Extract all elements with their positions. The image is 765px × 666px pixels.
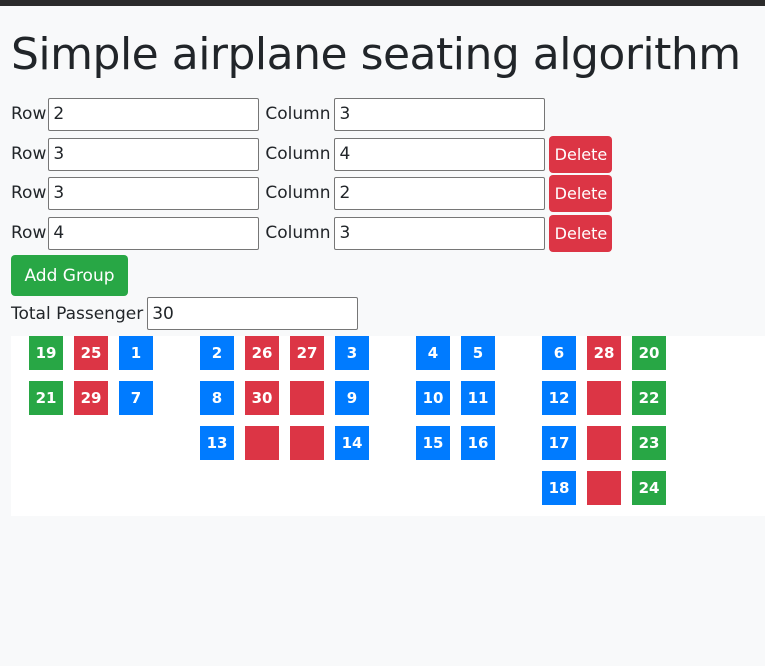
column-label: Column (265, 183, 331, 203)
seat: 1 (119, 336, 153, 370)
seat (245, 426, 279, 460)
row-label: Row (11, 144, 47, 164)
row-label: Row (11, 183, 47, 203)
seat: 8 (200, 381, 234, 415)
seat: 23 (632, 426, 666, 460)
seat: 5 (461, 336, 495, 370)
seat: 6 (542, 336, 576, 370)
total-passenger-label: Total Passenger (11, 303, 144, 324)
seat: 4 (416, 336, 450, 370)
row-input[interactable] (48, 97, 260, 131)
group-row: Row Column (11, 97, 546, 131)
seat-map: 19 25 1 21 29 7 2 26 27 3 8 30 9 13 14 4 5 10 11 15 16 6 28 20 1… (11, 336, 765, 516)
row-input[interactable] (48, 216, 260, 250)
group-row: Row Column Delete (11, 214, 613, 252)
column-label: Column (265, 223, 331, 243)
seat: 28 (587, 336, 621, 370)
seat: 17 (542, 426, 576, 460)
column-input[interactable] (334, 176, 546, 210)
seat: 15 (416, 426, 450, 460)
seat (587, 381, 621, 415)
add-group-button[interactable]: Add Group (11, 255, 128, 296)
seat (290, 426, 324, 460)
row-label: Row (11, 104, 47, 124)
seat: 7 (119, 381, 153, 415)
seat: 18 (542, 471, 576, 505)
delete-group-button[interactable]: Delete (549, 174, 613, 212)
column-input[interactable] (334, 97, 546, 131)
column-label: Column (265, 104, 331, 124)
row-label: Row (11, 223, 47, 243)
seat: 14 (335, 426, 369, 460)
group-row: Row Column Delete (11, 174, 613, 212)
seat: 22 (632, 381, 666, 415)
row-input[interactable] (48, 176, 260, 210)
seat: 21 (29, 381, 63, 415)
seat: 20 (632, 336, 666, 370)
delete-group-button[interactable]: Delete (549, 135, 613, 173)
seat: 29 (74, 381, 108, 415)
column-input[interactable] (334, 137, 546, 171)
seat: 3 (335, 336, 369, 370)
seat: 11 (461, 381, 495, 415)
seat: 13 (200, 426, 234, 460)
delete-group-button[interactable]: Delete (549, 214, 613, 252)
seat: 27 (290, 336, 324, 370)
seat: 25 (74, 336, 108, 370)
top-bar (0, 0, 765, 6)
page-title: Simple airplane seating algorithm (11, 29, 741, 80)
seat: 19 (29, 336, 63, 370)
seat: 10 (416, 381, 450, 415)
seat (290, 381, 324, 415)
seat: 16 (461, 426, 495, 460)
seat: 12 (542, 381, 576, 415)
seat (587, 471, 621, 505)
seat: 24 (632, 471, 666, 505)
seat: 2 (200, 336, 234, 370)
seat (587, 426, 621, 460)
column-label: Column (265, 144, 331, 164)
row-input[interactable] (48, 137, 260, 171)
group-row: Row Column Delete (11, 135, 613, 173)
seat: 26 (245, 336, 279, 370)
seat: 9 (335, 381, 369, 415)
column-input[interactable] (334, 216, 546, 250)
seat: 30 (245, 381, 279, 415)
total-passenger-input[interactable] (147, 297, 359, 330)
total-passenger-row: Total Passenger (11, 297, 359, 330)
